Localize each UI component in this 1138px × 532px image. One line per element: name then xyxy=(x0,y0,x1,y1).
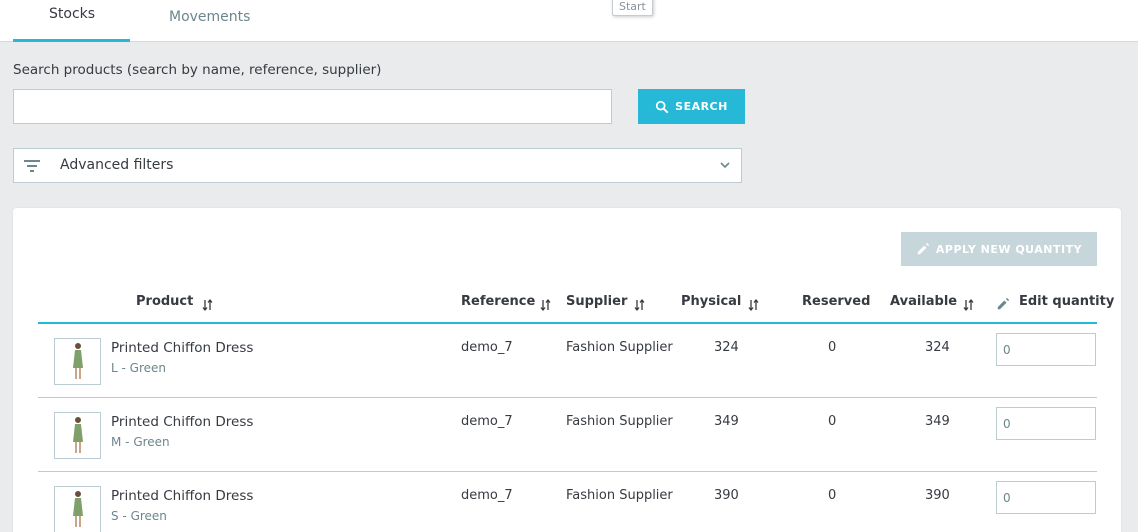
stock-table-card: APPLY NEW QUANTITY Product Reference Sup… xyxy=(13,208,1121,532)
edit-quantity-input[interactable] xyxy=(996,407,1096,440)
advanced-filters-toggle[interactable]: Advanced filters xyxy=(13,148,742,183)
sort-icon[interactable] xyxy=(634,298,646,312)
sort-icon[interactable] xyxy=(748,298,760,312)
edit-quantity-input[interactable] xyxy=(996,481,1096,514)
column-header-reserved: Reserved xyxy=(802,294,871,309)
product-thumbnail[interactable] xyxy=(54,486,101,532)
advanced-filters-label: Advanced filters xyxy=(60,157,174,173)
cell-supplier: Fashion Supplier xyxy=(566,340,673,355)
table-row: Printed Chiffon Dress M - Green demo_7 F… xyxy=(38,398,1097,472)
cell-available: 390 xyxy=(925,488,950,503)
cell-reference: demo_7 xyxy=(461,414,513,429)
cell-supplier: Fashion Supplier xyxy=(566,488,673,503)
sort-icon[interactable] xyxy=(202,298,214,312)
cell-available: 349 xyxy=(925,414,950,429)
product-combination: S - Green xyxy=(111,509,167,523)
cell-physical: 349 xyxy=(714,414,739,429)
product-combination: M - Green xyxy=(111,435,170,449)
pencil-icon xyxy=(997,297,1010,310)
tab-stocks[interactable]: Stocks xyxy=(13,0,130,42)
product-thumbnail[interactable] xyxy=(54,412,101,459)
table-row: Printed Chiffon Dress S - Green demo_7 F… xyxy=(38,472,1097,532)
product-name[interactable]: Printed Chiffon Dress xyxy=(111,488,253,504)
apply-new-quantity-label: APPLY NEW QUANTITY xyxy=(935,242,1083,256)
table-row: Printed Chiffon Dress L - Green demo_7 F… xyxy=(38,324,1097,398)
cell-available: 324 xyxy=(925,340,950,355)
cell-reserved: 0 xyxy=(828,340,837,355)
cell-physical: 324 xyxy=(714,340,739,355)
product-name[interactable]: Printed Chiffon Dress xyxy=(111,340,253,356)
cell-reference: demo_7 xyxy=(461,488,513,503)
column-header-available: Available xyxy=(890,294,958,309)
cell-reference: demo_7 xyxy=(461,340,513,355)
edit-quantity-input[interactable] xyxy=(996,333,1096,366)
search-button-label: SEARCH xyxy=(675,100,728,113)
tab-movements-label: Movements xyxy=(169,9,251,25)
cell-reserved: 0 xyxy=(828,488,837,503)
product-name[interactable]: Printed Chiffon Dress xyxy=(111,414,253,430)
search-icon xyxy=(656,100,669,113)
chevron-down-icon xyxy=(720,162,730,169)
column-header-product: Product xyxy=(136,294,194,309)
start-tooltip: Start xyxy=(612,0,653,16)
filter-icon xyxy=(24,160,40,172)
search-label: Search products (search by name, referen… xyxy=(13,62,382,78)
pencil-icon xyxy=(917,242,930,255)
search-input[interactable] xyxy=(13,89,612,124)
column-header-edit-quantity: Edit quantity xyxy=(1019,294,1115,309)
apply-new-quantity-button[interactable]: APPLY NEW QUANTITY xyxy=(901,232,1097,266)
sort-icon[interactable] xyxy=(963,298,975,312)
product-thumbnail[interactable] xyxy=(54,338,101,385)
tab-bar: Stocks Movements xyxy=(0,0,1138,42)
search-button[interactable]: SEARCH xyxy=(638,89,745,124)
cell-reserved: 0 xyxy=(828,414,837,429)
column-header-physical: Physical xyxy=(681,294,742,309)
tab-stocks-label: Stocks xyxy=(49,6,96,22)
cell-supplier: Fashion Supplier xyxy=(566,414,673,429)
column-header-reference: Reference xyxy=(461,294,536,309)
sort-icon[interactable] xyxy=(540,298,552,312)
column-header-supplier: Supplier xyxy=(566,294,628,309)
tab-movements[interactable]: Movements xyxy=(130,0,270,42)
product-combination: L - Green xyxy=(111,361,166,375)
cell-physical: 390 xyxy=(714,488,739,503)
